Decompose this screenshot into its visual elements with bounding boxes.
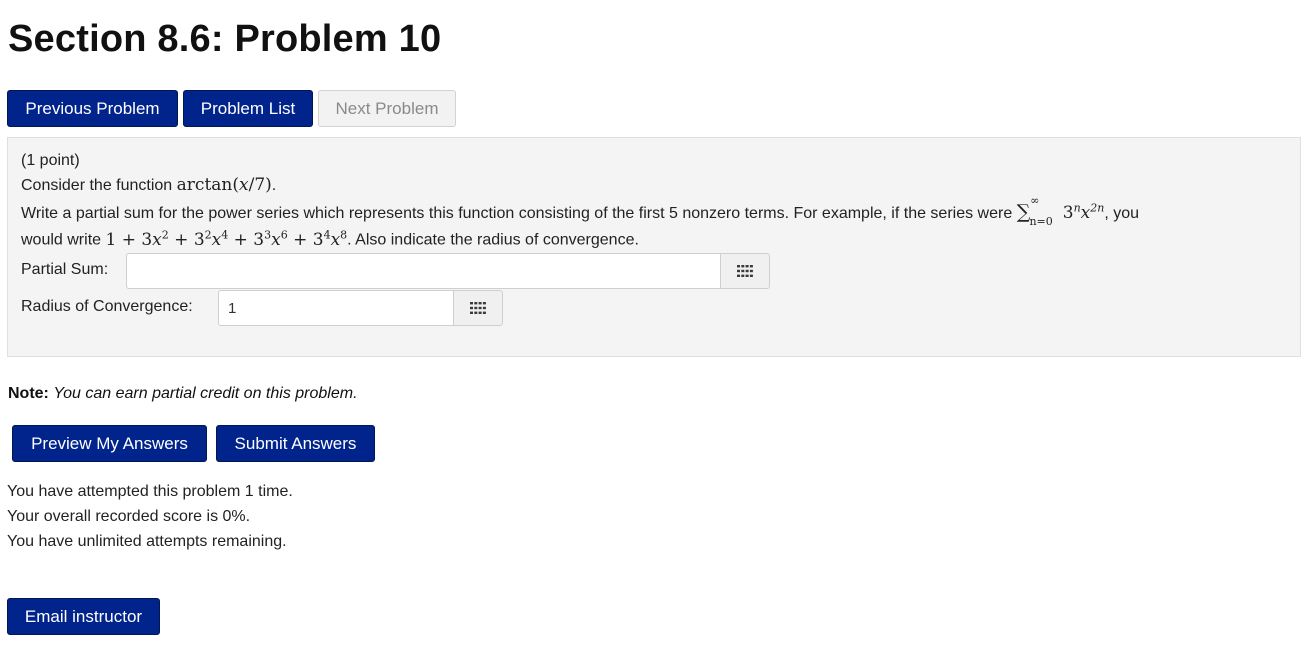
function-math: arctan(x/7) <box>176 175 272 195</box>
attempts-text: You have attempted this problem 1 time. <box>7 483 293 500</box>
radius-keyboard-button[interactable] <box>453 290 503 326</box>
series-math: ∑∞n=0 3nx2n <box>1016 194 1105 229</box>
instruction-text: Write a partial sum for the power series… <box>21 194 1140 229</box>
email-instructor-button[interactable]: Email instructor <box>7 598 160 635</box>
next-problem-button: Next Problem <box>318 90 456 127</box>
problem-panel: (1 point) Consider the function arctan(x… <box>7 137 1301 357</box>
previous-problem-button[interactable]: Previous Problem <box>7 90 178 127</box>
submit-answers-button[interactable]: Submit Answers <box>216 425 375 462</box>
keyboard-grid-icon <box>470 302 486 314</box>
problem-list-button[interactable]: Problem List <box>183 90 313 127</box>
note-text: You can earn partial credit on this prob… <box>53 385 358 402</box>
preview-answers-button[interactable]: Preview My Answers <box>12 425 207 462</box>
function-statement: Consider the function arctan(x/7). <box>21 175 277 195</box>
note-label: Note: <box>8 385 49 402</box>
score-text: Your overall recorded score is 0%. <box>7 508 251 525</box>
keyboard-grid-icon <box>737 265 753 277</box>
page-title: Section 8.6: Problem 10 <box>8 18 442 60</box>
radius-input[interactable] <box>218 290 455 326</box>
example-math: 1 + 3x2 + 32x4 + 33x6 + 34x8 <box>105 228 348 250</box>
partial-sum-input[interactable] <box>126 253 722 289</box>
remaining-text: You have unlimited attempts remaining. <box>7 533 287 550</box>
radius-label: Radius of Convergence: <box>21 298 193 315</box>
partial-credit-note: Note: You can earn partial credit on thi… <box>8 385 358 403</box>
points-text: (1 point) <box>21 152 80 169</box>
partial-sum-label: Partial Sum: <box>21 261 109 278</box>
partial-sum-keyboard-button[interactable] <box>720 253 770 289</box>
example-text: would write 1 + 3x2 + 32x4 + 33x6 + 34x8… <box>21 228 639 250</box>
